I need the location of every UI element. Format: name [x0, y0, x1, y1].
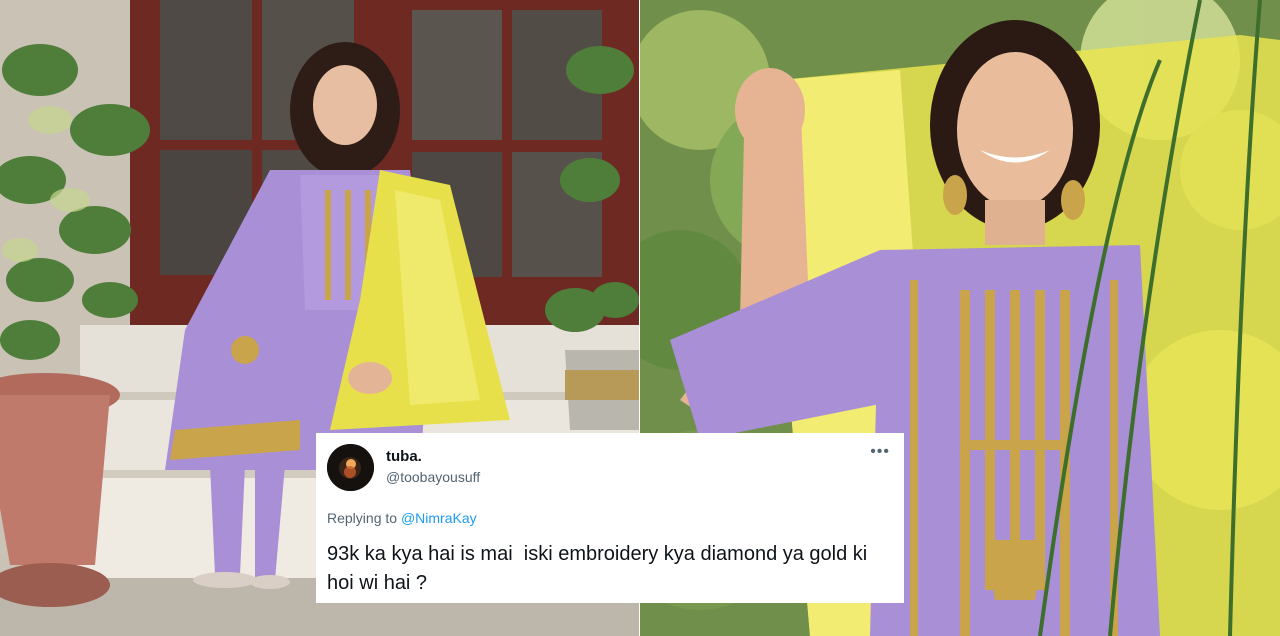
replying-prefix: Replying to: [327, 510, 401, 526]
display-name[interactable]: tuba.: [386, 448, 480, 466]
more-options-icon[interactable]: •••: [870, 443, 890, 461]
replying-to-mention[interactable]: @NimraKay: [401, 510, 477, 526]
author-block: tuba. @toobayousuff: [386, 448, 480, 488]
avatar[interactable]: [327, 444, 374, 491]
replying-to-line: Replying to @NimraKay: [327, 510, 477, 526]
avatar-image: [327, 444, 374, 491]
tweet-card: tuba. @toobayousuff ••• Replying to @Nim…: [316, 433, 904, 603]
tweet-text: 93k ka kya hai is mai iski embroidery ky…: [327, 543, 873, 594]
user-handle[interactable]: @toobayousuff: [386, 466, 480, 488]
